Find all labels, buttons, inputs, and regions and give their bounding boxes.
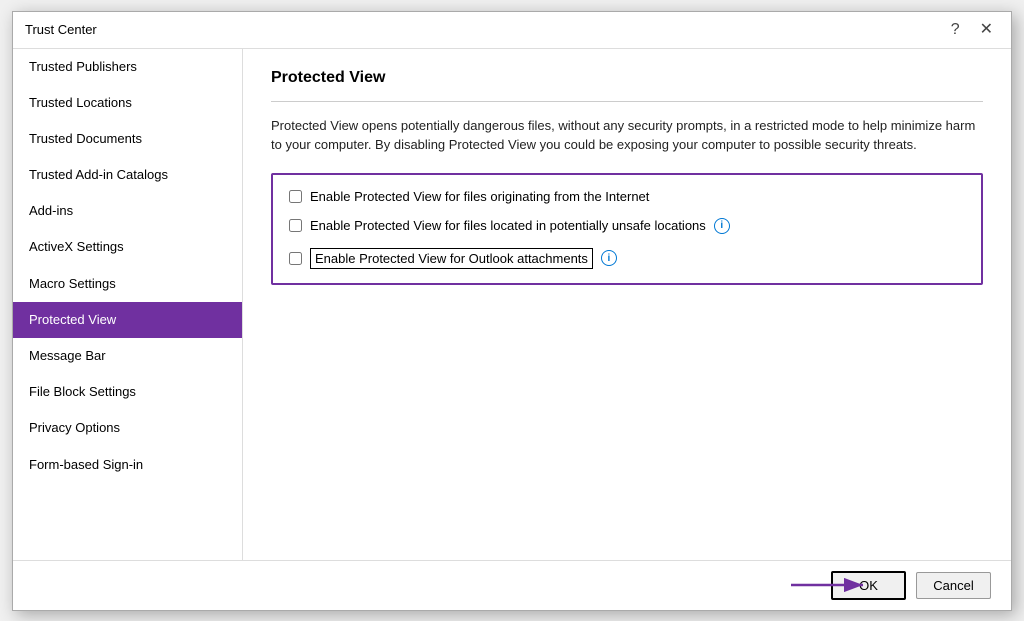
checkbox-unsafe-locations-label: Enable Protected View for files located … [310, 218, 706, 233]
sidebar-item-activex-settings[interactable]: ActiveX Settings [13, 229, 242, 265]
checkbox-outlook[interactable] [289, 252, 302, 265]
sidebar-item-trusted-locations[interactable]: Trusted Locations [13, 85, 242, 121]
content-title: Protected View [271, 69, 983, 87]
sidebar-item-trusted-publishers[interactable]: Trusted Publishers [13, 49, 242, 85]
checkbox-row-outlook: Enable Protected View for Outlook attach… [289, 248, 965, 269]
checkbox-unsafe-locations[interactable] [289, 219, 302, 232]
sidebar-item-trusted-documents[interactable]: Trusted Documents [13, 121, 242, 157]
sidebar-item-protected-view[interactable]: Protected View [13, 302, 242, 338]
info-icon-outlook[interactable]: i [601, 250, 617, 266]
info-icon-unsafe-locations[interactable]: i [714, 218, 730, 234]
checkbox-row-internet: Enable Protected View for files originat… [289, 189, 965, 204]
sidebar-item-message-bar[interactable]: Message Bar [13, 338, 242, 374]
cancel-button[interactable]: Cancel [916, 572, 991, 599]
trust-center-dialog: Trust Center ? ✕ Trusted Publishers Trus… [12, 11, 1012, 611]
separator [271, 101, 983, 102]
dialog-body: Trusted Publishers Trusted Locations Tru… [13, 49, 1011, 560]
protected-view-options-group: Enable Protected View for files originat… [271, 173, 983, 285]
checkbox-internet-label: Enable Protected View for files originat… [310, 189, 649, 204]
title-bar-left: Trust Center [25, 22, 97, 37]
dialog-title: Trust Center [25, 22, 97, 37]
sidebar-item-file-block-settings[interactable]: File Block Settings [13, 374, 242, 410]
sidebar-item-trusted-add-in-catalogs[interactable]: Trusted Add-in Catalogs [13, 157, 242, 193]
content-description: Protected View opens potentially dangero… [271, 116, 983, 155]
sidebar-item-form-based-sign-in[interactable]: Form-based Sign-in [13, 447, 242, 483]
checkbox-internet[interactable] [289, 190, 302, 203]
arrow-icon [791, 570, 871, 600]
sidebar-item-add-ins[interactable]: Add-ins [13, 193, 242, 229]
sidebar-item-macro-settings[interactable]: Macro Settings [13, 266, 242, 302]
sidebar: Trusted Publishers Trusted Locations Tru… [13, 49, 243, 560]
dialog-footer: OK Cancel [13, 560, 1011, 610]
checkbox-outlook-label: Enable Protected View for Outlook attach… [310, 248, 593, 269]
checkbox-row-unsafe-locations: Enable Protected View for files located … [289, 218, 965, 234]
help-button[interactable]: ? [945, 20, 966, 40]
title-bar-right: ? ✕ [945, 20, 999, 40]
title-bar: Trust Center ? ✕ [13, 12, 1011, 49]
content-area: Protected View Protected View opens pote… [243, 49, 1011, 560]
arrow-annotation [791, 570, 871, 600]
sidebar-item-privacy-options[interactable]: Privacy Options [13, 410, 242, 446]
close-button[interactable]: ✕ [974, 20, 999, 40]
